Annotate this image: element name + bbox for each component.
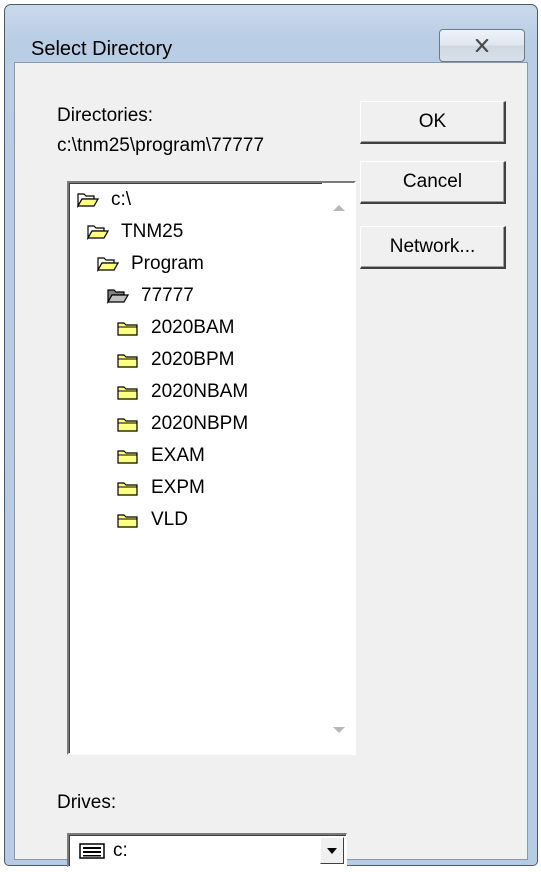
dialog-body: Directories: c:\tnm25\program\77777 OK C… xyxy=(14,62,528,867)
directory-tree-item-label: TNM25 xyxy=(121,221,184,242)
directories-label: Directories: xyxy=(57,105,154,126)
drive-selected-text: c: xyxy=(113,840,128,861)
drives-dropdown-button[interactable] xyxy=(320,837,344,864)
folder-icon xyxy=(117,448,145,464)
close-button[interactable] xyxy=(439,29,525,62)
scroll-up-arrow-icon[interactable] xyxy=(333,205,345,211)
current-path: c:\tnm25\program\77777 xyxy=(57,135,265,156)
directory-tree-item[interactable]: 2020NBPM xyxy=(117,409,248,439)
directory-tree-item-label: EXPM xyxy=(151,477,205,498)
folder-icon xyxy=(117,320,145,336)
open-folder-icon xyxy=(97,256,125,272)
close-icon xyxy=(475,39,489,52)
directory-tree-item-label: 2020BAM xyxy=(151,317,235,338)
folder-icon xyxy=(117,480,145,496)
folder-icon xyxy=(117,384,145,400)
folder-icon xyxy=(117,512,145,528)
open-folder-icon xyxy=(87,224,115,240)
drive-icon xyxy=(79,843,105,859)
directory-tree-item[interactable]: EXAM xyxy=(117,441,205,471)
directory-tree-item-label: VLD xyxy=(151,509,188,530)
directory-tree-item[interactable]: EXPM xyxy=(117,473,205,503)
network-button[interactable]: Network... xyxy=(360,226,506,269)
directory-tree-item-label: 2020NBPM xyxy=(151,413,249,434)
select-directory-window: Select Directory Directories: c:\tnm25\p… xyxy=(4,4,538,867)
directory-tree-item[interactable]: TNM25 xyxy=(87,217,183,247)
open-folder-icon xyxy=(77,192,105,208)
drive-selected-value: c: xyxy=(79,838,128,864)
directory-tree-item[interactable]: Program xyxy=(97,249,204,279)
directory-tree-item-label: 77777 xyxy=(141,285,194,306)
directory-tree-item-label: 2020BPM xyxy=(151,349,235,370)
open-folder-selected-icon xyxy=(107,288,135,304)
drives-combobox[interactable]: c: xyxy=(67,833,347,867)
directory-tree-item-label: Program xyxy=(131,253,204,274)
directory-tree-list[interactable]: c:\ TNM25 Program 77777 2020BAM 2020BPM 2020NB… xyxy=(67,181,356,755)
title-bar[interactable]: Select Directory xyxy=(5,5,537,62)
folder-icon xyxy=(117,352,145,368)
cancel-button[interactable]: Cancel xyxy=(360,161,506,204)
window-title: Select Directory xyxy=(31,38,173,60)
directory-tree-item[interactable]: VLD xyxy=(117,505,188,535)
directory-tree-item-label: c:\ xyxy=(111,189,132,210)
scroll-down-arrow-icon[interactable] xyxy=(333,727,345,733)
directory-tree-item[interactable]: 77777 xyxy=(107,281,194,311)
drives-label: Drives: xyxy=(57,792,117,813)
ok-button[interactable]: OK xyxy=(360,101,506,144)
directory-tree-item[interactable]: 2020NBAM xyxy=(117,377,248,407)
directory-tree-item-label: EXAM xyxy=(151,445,205,466)
chevron-down-icon xyxy=(327,847,337,854)
directory-tree-item[interactable]: c:\ xyxy=(77,185,131,215)
directory-tree-item-label: 2020NBAM xyxy=(151,381,249,402)
folder-icon xyxy=(117,416,145,432)
directory-tree-item[interactable]: 2020BAM xyxy=(117,313,234,343)
directory-tree-item[interactable]: 2020BPM xyxy=(117,345,234,375)
vertical-scrollbar[interactable] xyxy=(322,183,354,753)
